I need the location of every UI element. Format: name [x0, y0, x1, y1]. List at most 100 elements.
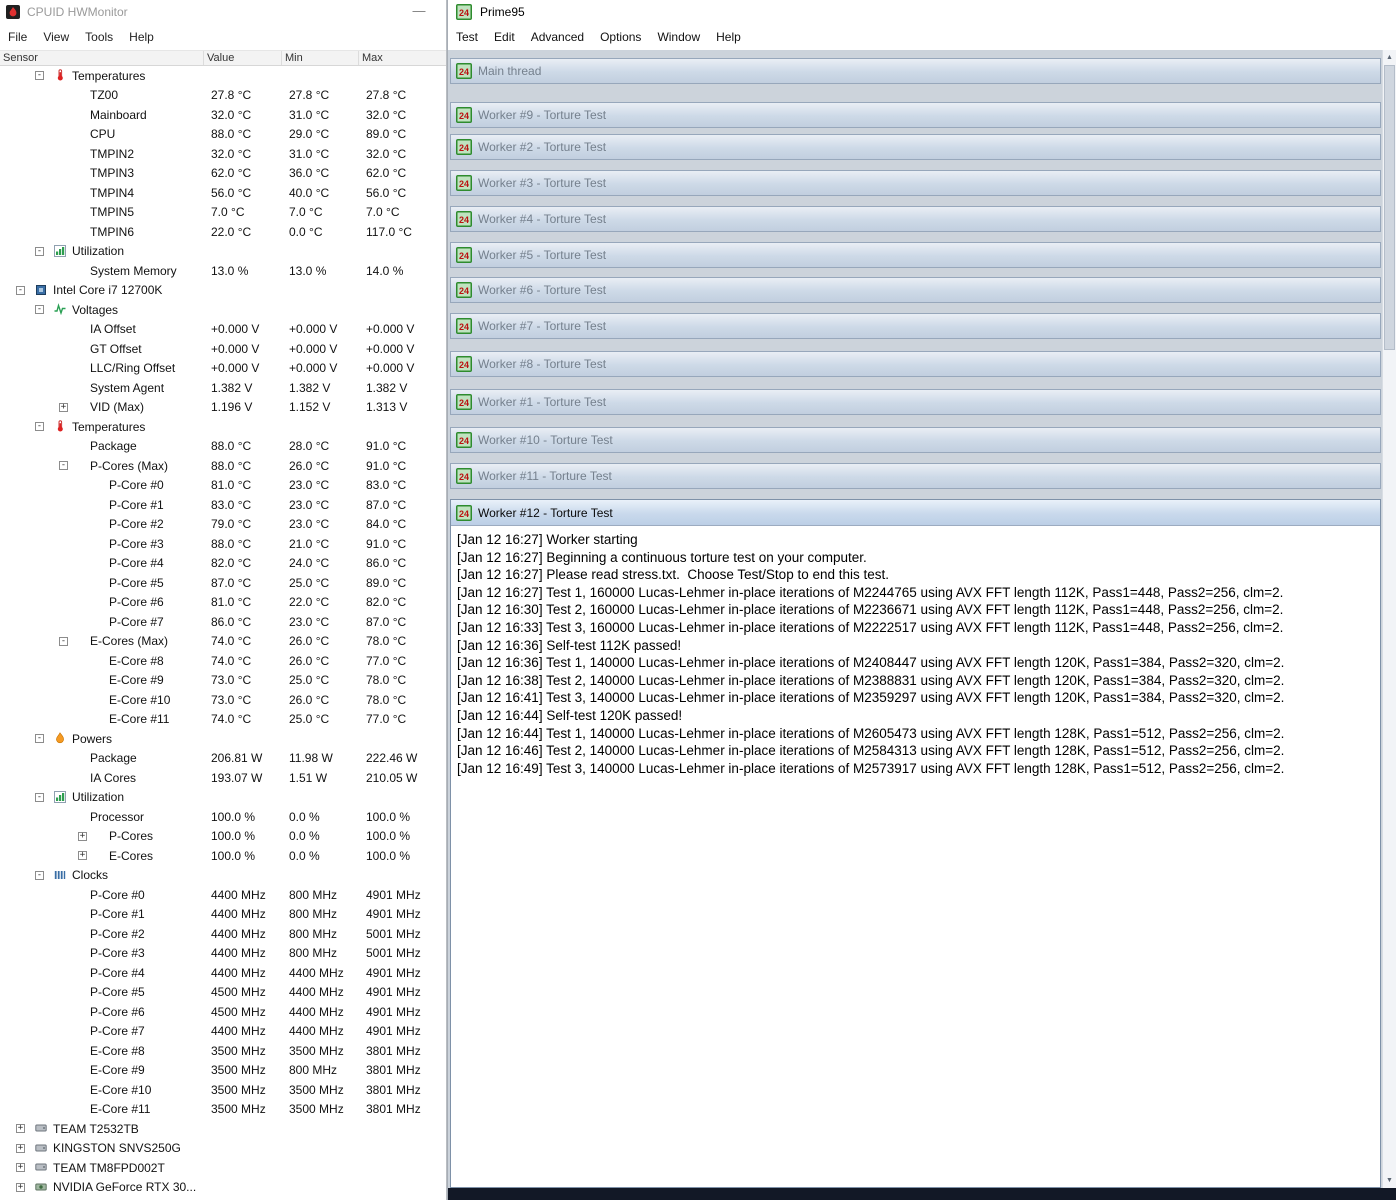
tree-expand-icon[interactable]: + — [59, 402, 68, 412]
sensor-row[interactable]: E-Core #8 74.0 °C 26.0 °C 77.0 °C — [0, 651, 446, 671]
sensor-row[interactable]: + P-Cores 100.0 % 0.0 % 100.0 % — [0, 827, 446, 847]
vertical-scrollbar[interactable]: ▲ ▼ — [1382, 50, 1396, 1188]
sensor-row[interactable]: P-Core #1 83.0 °C 23.0 °C 87.0 °C — [0, 495, 446, 515]
sensor-row[interactable]: + E-Cores 100.0 % 0.0 % 100.0 % — [0, 846, 446, 866]
sensor-row[interactable]: P-Core #5 4500 MHz 4400 MHz 4901 MHz — [0, 983, 446, 1003]
sensor-row[interactable]: P-Core #6 81.0 °C 22.0 °C 82.0 °C — [0, 593, 446, 613]
sensor-row[interactable]: TMPIN2 32.0 °C 31.0 °C 32.0 °C — [0, 144, 446, 164]
sensor-row[interactable]: + TEAM TM8FPD002T — [0, 1158, 446, 1178]
tree-collapse-icon[interactable]: - — [35, 870, 44, 880]
tree-collapse-icon[interactable]: - — [16, 285, 25, 295]
sensor-row[interactable]: TMPIN5 7.0 °C 7.0 °C 7.0 °C — [0, 203, 446, 223]
column-header-sensor[interactable]: Sensor — [0, 51, 204, 65]
mdi-child-window[interactable]: 24 Worker #4 - Torture Test — [450, 206, 1381, 232]
tree-collapse-icon[interactable]: - — [35, 422, 44, 431]
mdi-child-window[interactable]: 24 Worker #5 - Torture Test — [450, 242, 1381, 268]
sensor-row[interactable]: E-Core #10 73.0 °C 26.0 °C 78.0 °C — [0, 690, 446, 710]
column-header-min[interactable]: Min — [282, 51, 359, 65]
menu-file[interactable]: File — [0, 26, 35, 48]
column-header-value[interactable]: Value — [204, 51, 282, 65]
mdi-child-window[interactable]: 24 Worker #7 - Torture Test — [450, 313, 1381, 339]
tree-expand-icon[interactable]: + — [16, 1163, 25, 1172]
tree-collapse-icon[interactable]: - — [35, 305, 44, 314]
sensor-row[interactable]: P-Core #0 4400 MHz 800 MHz 4901 MHz — [0, 885, 446, 905]
sensor-row[interactable]: - P-Cores (Max) 88.0 °C 26.0 °C 91.0 °C — [0, 456, 446, 476]
sensor-row[interactable]: System Agent 1.382 V 1.382 V 1.382 V — [0, 378, 446, 398]
menu-help[interactable]: Help — [121, 26, 162, 48]
sensor-row[interactable]: CPU 88.0 °C 29.0 °C 89.0 °C — [0, 125, 446, 145]
sensor-row[interactable]: P-Core #0 81.0 °C 23.0 °C 83.0 °C — [0, 476, 446, 496]
sensor-row[interactable]: E-Core #11 74.0 °C 25.0 °C 77.0 °C — [0, 710, 446, 730]
sensor-row[interactable]: P-Core #7 4400 MHz 4400 MHz 4901 MHz — [0, 1022, 446, 1042]
tree-collapse-icon[interactable]: - — [59, 461, 68, 470]
sensor-row[interactable]: - Intel Core i7 12700K — [0, 281, 446, 301]
sensor-row[interactable]: P-Core #4 4400 MHz 4400 MHz 4901 MHz — [0, 963, 446, 983]
sensor-row[interactable]: - Utilization — [0, 242, 446, 262]
sensor-row[interactable]: TMPIN3 62.0 °C 36.0 °C 62.0 °C — [0, 164, 446, 184]
tree-expand-icon[interactable]: + — [16, 1124, 25, 1133]
mdi-child-window[interactable]: 24 Worker #2 - Torture Test — [450, 134, 1381, 160]
menu-tools[interactable]: Tools — [77, 26, 121, 48]
sensor-row[interactable]: + NVIDIA GeForce RTX 30... — [0, 1178, 446, 1198]
sensor-row[interactable]: - Powers — [0, 729, 446, 749]
sensor-row[interactable]: GT Offset +0.000 V +0.000 V +0.000 V — [0, 339, 446, 359]
sensor-row[interactable]: P-Core #6 4500 MHz 4400 MHz 4901 MHz — [0, 1002, 446, 1022]
sensor-row[interactable]: E-Core #8 3500 MHz 3500 MHz 3801 MHz — [0, 1041, 446, 1061]
sensor-row[interactable]: E-Core #9 73.0 °C 25.0 °C 78.0 °C — [0, 671, 446, 691]
menu-edit[interactable]: Edit — [486, 26, 523, 48]
sensor-row[interactable]: Processor 100.0 % 0.0 % 100.0 % — [0, 807, 446, 827]
prime95-titlebar[interactable]: 24 Prime95 — [448, 0, 1396, 24]
tree-expand-icon[interactable]: + — [78, 831, 87, 841]
scrollbar-down-arrow[interactable]: ▼ — [1383, 1173, 1396, 1188]
sensor-row[interactable]: + VID (Max) 1.196 V 1.152 V 1.313 V — [0, 398, 446, 418]
tree-collapse-icon[interactable]: - — [35, 792, 44, 802]
sensor-row[interactable]: P-Core #7 86.0 °C 23.0 °C 87.0 °C — [0, 612, 446, 632]
menu-help[interactable]: Help — [708, 26, 749, 48]
sensor-row[interactable]: P-Core #3 4400 MHz 800 MHz 5001 MHz — [0, 944, 446, 964]
tree-expand-icon[interactable]: + — [78, 851, 87, 860]
sensor-row[interactable]: + TEAM T2532TB — [0, 1119, 446, 1139]
mdi-child-window[interactable]: 24 Worker #9 - Torture Test — [450, 102, 1381, 128]
tree-collapse-icon[interactable]: - — [35, 734, 44, 743]
sensor-row[interactable]: LLC/Ring Offset +0.000 V +0.000 V +0.000 V — [0, 359, 446, 379]
mdi-child-window[interactable]: 24 Worker #11 - Torture Test — [450, 463, 1381, 489]
sensor-row[interactable]: E-Core #10 3500 MHz 3500 MHz 3801 MHz — [0, 1080, 446, 1100]
tree-collapse-icon[interactable]: - — [35, 246, 44, 256]
sensor-row[interactable]: P-Core #1 4400 MHz 800 MHz 4901 MHz — [0, 905, 446, 925]
mdi-child-window[interactable]: 24 Worker #1 - Torture Test — [450, 389, 1381, 415]
minimize-button[interactable]: — — [408, 1, 430, 21]
sensor-row[interactable]: - Utilization — [0, 788, 446, 808]
mdi-child-window[interactable]: 24 Worker #10 - Torture Test — [450, 427, 1381, 453]
mdi-child-window[interactable]: 24 Worker #3 - Torture Test — [450, 170, 1381, 196]
tree-collapse-icon[interactable]: - — [35, 71, 44, 80]
menu-options[interactable]: Options — [592, 26, 649, 48]
column-header-max[interactable]: Max — [359, 51, 446, 65]
sensor-row[interactable]: IA Offset +0.000 V +0.000 V +0.000 V — [0, 320, 446, 340]
sensor-row[interactable]: TMPIN4 56.0 °C 40.0 °C 56.0 °C — [0, 183, 446, 203]
tree-collapse-icon[interactable]: - — [59, 636, 68, 646]
sensor-row[interactable]: - Voltages — [0, 300, 446, 320]
sensor-row[interactable]: IA Cores 193.07 W 1.51 W 210.05 W — [0, 768, 446, 788]
sensor-row[interactable]: P-Core #3 88.0 °C 21.0 °C 91.0 °C — [0, 534, 446, 554]
scrollbar-up-arrow[interactable]: ▲ — [1383, 50, 1396, 65]
sensor-row[interactable]: P-Core #2 4400 MHz 800 MHz 5001 MHz — [0, 924, 446, 944]
sensor-row[interactable]: P-Core #4 82.0 °C 24.0 °C 86.0 °C — [0, 554, 446, 574]
sensor-row[interactable]: - E-Cores (Max) 74.0 °C 26.0 °C 78.0 °C — [0, 632, 446, 652]
sensor-row[interactable]: TZ00 27.8 °C 27.8 °C 27.8 °C — [0, 86, 446, 106]
sensor-row[interactable]: P-Core #2 79.0 °C 23.0 °C 84.0 °C — [0, 515, 446, 535]
sensor-row[interactable]: Mainboard 32.0 °C 31.0 °C 32.0 °C — [0, 105, 446, 125]
sensor-row[interactable]: - Temperatures — [0, 66, 446, 86]
tree-expand-icon[interactable]: + — [16, 1182, 25, 1192]
sensor-row[interactable]: E-Core #9 3500 MHz 800 MHz 3801 MHz — [0, 1061, 446, 1081]
sensor-row[interactable]: - Temperatures — [0, 417, 446, 437]
mdi-child-window[interactable]: 24 Main thread — [450, 58, 1381, 84]
menu-window[interactable]: Window — [649, 26, 708, 48]
tree-expand-icon[interactable]: + — [16, 1143, 25, 1153]
sensor-row[interactable]: - Clocks — [0, 866, 446, 886]
sensor-row[interactable]: E-Core #11 3500 MHz 3500 MHz 3801 MHz — [0, 1100, 446, 1120]
sensor-row[interactable]: TMPIN6 22.0 °C 0.0 °C 117.0 °C — [0, 222, 446, 242]
sensor-row[interactable]: Package 206.81 W 11.98 W 222.46 W — [0, 749, 446, 769]
hwmonitor-titlebar[interactable]: CPUID HWMonitor — — [0, 0, 446, 24]
sensor-row[interactable]: Package 88.0 °C 28.0 °C 91.0 °C — [0, 437, 446, 457]
mdi-child-window[interactable]: 24 Worker #8 - Torture Test — [450, 351, 1381, 377]
